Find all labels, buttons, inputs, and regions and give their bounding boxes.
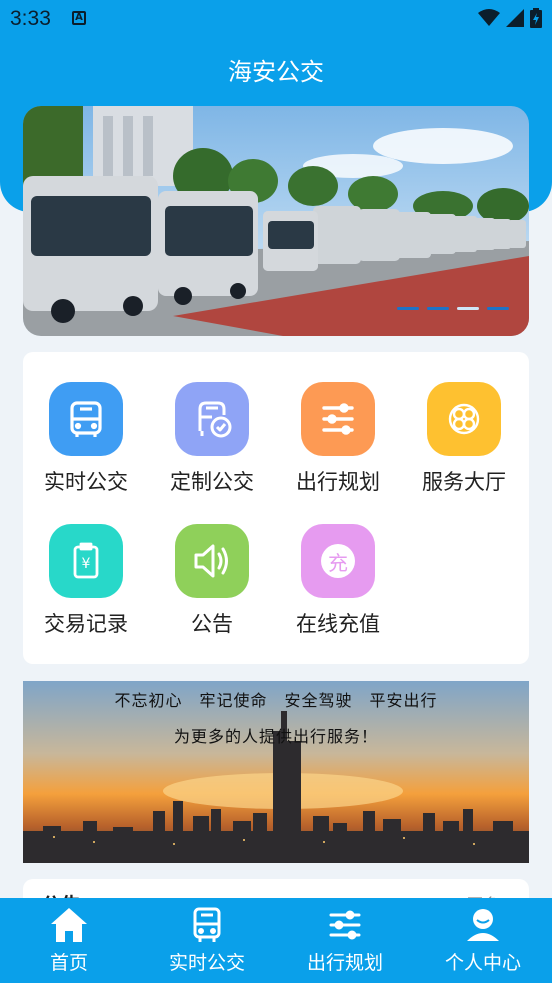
tab-label: 首页: [49, 952, 88, 974]
notification-icon: A: [72, 11, 86, 25]
tab-profile[interactable]: 个人中心: [414, 898, 552, 983]
grid-item-recharge[interactable]: 充 在线充值: [275, 524, 401, 638]
tab-label: 实时公交: [168, 952, 245, 974]
bus-fleet-image: [23, 106, 529, 336]
bottom-tab-bar: 首页 实时公交 出行规划 个人中心: [0, 898, 552, 983]
grid-item-custom-bus[interactable]: 定制公交: [149, 382, 275, 496]
grid-item-trip-planning[interactable]: 出行规划: [275, 382, 401, 496]
carousel-dot[interactable]: [427, 307, 449, 310]
sliders-icon: [276, 906, 414, 944]
status-time: 3:33: [10, 7, 51, 30]
grid-label: 出行规划: [296, 470, 380, 494]
flower-icon: [427, 382, 501, 456]
promo-subtitle: 为更多的人提供出行服务！: [173, 727, 378, 746]
tab-trip-planning[interactable]: 出行规划: [276, 898, 414, 983]
tab-home[interactable]: 首页: [0, 898, 138, 983]
tab-label: 出行规划: [306, 952, 383, 974]
status-icons: [478, 8, 542, 28]
tab-realtime-bus[interactable]: 实时公交: [138, 898, 276, 983]
banner-carousel[interactable]: [23, 106, 529, 336]
home-icon: [0, 906, 138, 944]
speaker-icon: [175, 524, 249, 598]
carousel-indicators[interactable]: [397, 307, 509, 310]
svg-text:¥: ¥: [82, 556, 91, 572]
tab-label: 个人中心: [444, 952, 521, 974]
bus-icon: [49, 382, 123, 456]
signal-icon: [506, 9, 524, 27]
grid-label: 在线充值: [296, 612, 380, 636]
promo-banner[interactable]: 不忘初心 牢记使命 安全驾驶 平安出行 为更多的人提供出行服务！: [23, 681, 529, 863]
grid-label: 服务大厅: [422, 470, 506, 494]
recharge-icon: 充: [301, 524, 375, 598]
battery-icon: [530, 8, 542, 28]
grid-label: 实时公交: [44, 470, 128, 494]
carousel-dot[interactable]: [487, 307, 509, 310]
custom-bus-icon: [175, 382, 249, 456]
status-bar: 3:33 A: [0, 0, 552, 38]
grid-item-realtime-bus[interactable]: 实时公交: [23, 382, 149, 496]
grid-label: 定制公交: [170, 470, 254, 494]
grid-label: 交易记录: [44, 612, 128, 636]
grid-item-announcement[interactable]: 公告: [149, 524, 275, 638]
recharge-glyph: 充: [328, 550, 348, 575]
user-icon: [414, 906, 552, 944]
function-grid: 实时公交 定制公交 出行规划 服务大厅 ¥ 交易记录 公告 充 在线充值: [23, 352, 529, 664]
wifi-icon: [478, 9, 500, 26]
grid-label: 公告: [191, 612, 233, 636]
grid-item-transactions[interactable]: ¥ 交易记录: [23, 524, 149, 638]
promo-slogan: 不忘初心 牢记使命 安全驾驶 平安出行: [114, 691, 438, 710]
app-title: 海安公交: [228, 58, 324, 86]
sliders-icon: [301, 382, 375, 456]
receipt-icon: ¥: [49, 524, 123, 598]
carousel-dot[interactable]: [397, 307, 419, 310]
bus-icon: [138, 906, 276, 944]
carousel-dot-active[interactable]: [457, 307, 479, 310]
grid-item-service-hall[interactable]: 服务大厅: [401, 382, 527, 496]
